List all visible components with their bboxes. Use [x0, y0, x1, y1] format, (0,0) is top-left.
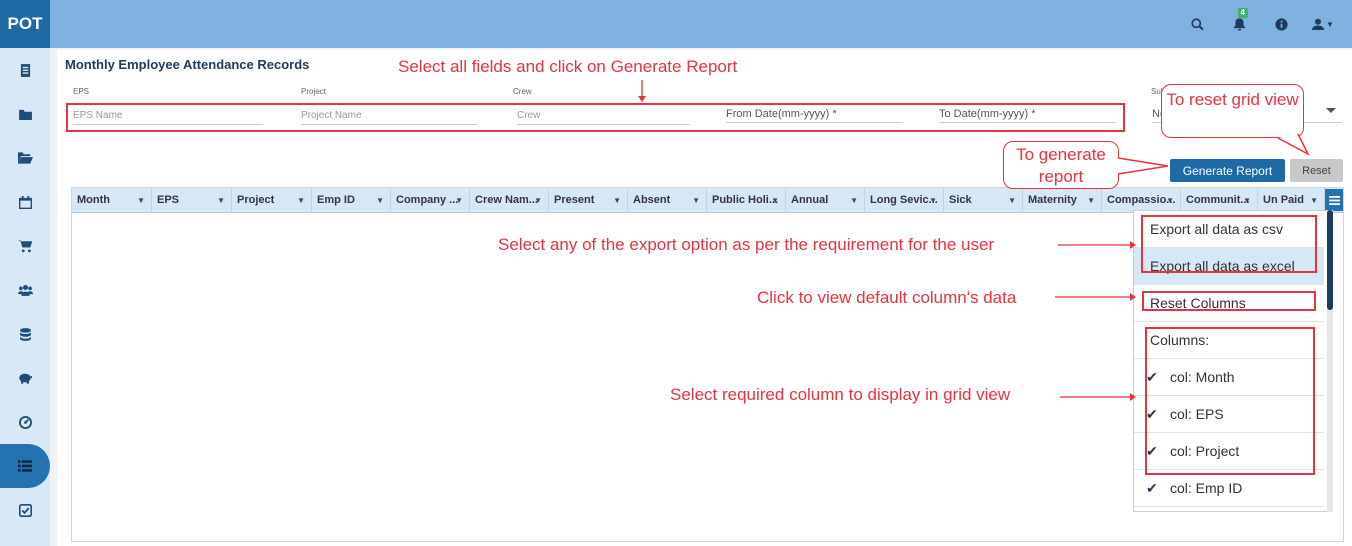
crew-label: Crew	[513, 87, 532, 96]
column-header[interactable]: Absent ▼	[628, 188, 707, 213]
menu-scrollbar[interactable]	[1327, 210, 1333, 512]
reset-callout: To reset grid view	[1161, 84, 1304, 138]
sidebar-item-tasks[interactable]	[0, 488, 50, 532]
column-header[interactable]: Emp ID ▼	[312, 188, 391, 213]
sidebar-item-users[interactable]	[0, 268, 50, 312]
folder-open-icon	[17, 152, 33, 164]
info-icon[interactable]	[1260, 0, 1302, 48]
export-highlight-box	[1141, 215, 1317, 273]
sidebar-item-calendar[interactable]	[0, 180, 50, 224]
column-header[interactable]: Company ... ▼	[391, 188, 470, 213]
top-icons: 4 ▼	[1176, 0, 1344, 48]
users-icon	[17, 285, 33, 296]
user-menu-icon[interactable]: ▼	[1302, 0, 1344, 48]
column-header[interactable]: Long Sevic... ▼	[865, 188, 944, 213]
generate-callout: To generate report	[1003, 141, 1119, 189]
sidebar-item-database[interactable]	[0, 312, 50, 356]
folder-icon	[18, 109, 32, 120]
reset-columns-highlight-box	[1142, 291, 1316, 311]
calendar-icon	[18, 195, 32, 209]
grid-menu-button[interactable]	[1325, 189, 1343, 211]
column-header[interactable]: Maternity ▼	[1023, 188, 1102, 213]
column-header[interactable]: EPS ▼	[152, 188, 232, 213]
sidebar-item-open-folder[interactable]	[0, 136, 50, 180]
sidebar-item-dashboard[interactable]	[0, 400, 50, 444]
page-title: Monthly Employee Attendance Records	[65, 57, 310, 72]
sidebar-item-folder[interactable]	[0, 92, 50, 136]
cart-icon	[18, 239, 32, 252]
chevron-down-icon: ▼	[1326, 19, 1334, 29]
hamburger-icon	[1328, 195, 1340, 205]
eps-label: EPS	[73, 87, 90, 96]
database-icon	[19, 327, 31, 341]
column-header[interactable]: Project ▼	[232, 188, 312, 213]
document-icon	[20, 63, 30, 77]
column-header[interactable]: Public Holi... ▼	[707, 188, 786, 213]
annotation-select-fields: Select all fields and click on Generate …	[398, 57, 738, 76]
check-icon: ✔	[1146, 480, 1158, 496]
column-header[interactable]: Annual ▼	[786, 188, 865, 213]
annotation-select-columns: Select required column to display in gri…	[670, 385, 1011, 404]
chevron-down-icon[interactable]	[1325, 106, 1337, 116]
annotation-export: Select any of the export option as per t…	[498, 235, 995, 254]
column-header[interactable]: Present ▼	[549, 188, 628, 213]
notification-badge: 4	[1237, 8, 1248, 18]
project-label: Project	[301, 87, 326, 96]
sidebar	[0, 48, 50, 546]
filters-highlight-box	[66, 103, 1125, 132]
app-logo[interactable]: POT	[0, 0, 50, 48]
column-header[interactable]: Sick ▼	[944, 188, 1023, 213]
sidebar-item-piggy-bank[interactable]	[0, 356, 50, 400]
gauge-icon	[18, 415, 32, 429]
generate-report-button[interactable]: Generate Report	[1170, 159, 1285, 182]
bell-icon[interactable]: 4	[1218, 0, 1260, 48]
column-header[interactable]: Crew Nam... ▼	[470, 188, 549, 213]
scrollbar-thumb[interactable]	[1327, 210, 1333, 310]
piggy-bank-icon	[19, 373, 32, 384]
sidebar-item-reports-doc[interactable]	[0, 48, 50, 92]
sidebar-item-list-reports[interactable]	[0, 444, 50, 488]
list-icon	[18, 460, 32, 472]
annotation-default-columns: Click to view default column's data	[757, 288, 1017, 307]
column-toggle-item[interactable]: ✔ col: Emp ID	[1134, 470, 1324, 507]
reset-button[interactable]: Reset	[1290, 159, 1343, 182]
sidebar-item-cart[interactable]	[0, 224, 50, 268]
top-bar: POT 4 ▼	[0, 0, 1352, 48]
column-header[interactable]: Month ▼	[72, 188, 152, 213]
checkbox-icon	[18, 503, 32, 517]
columns-highlight-box	[1145, 327, 1315, 475]
search-icon[interactable]	[1176, 0, 1218, 48]
